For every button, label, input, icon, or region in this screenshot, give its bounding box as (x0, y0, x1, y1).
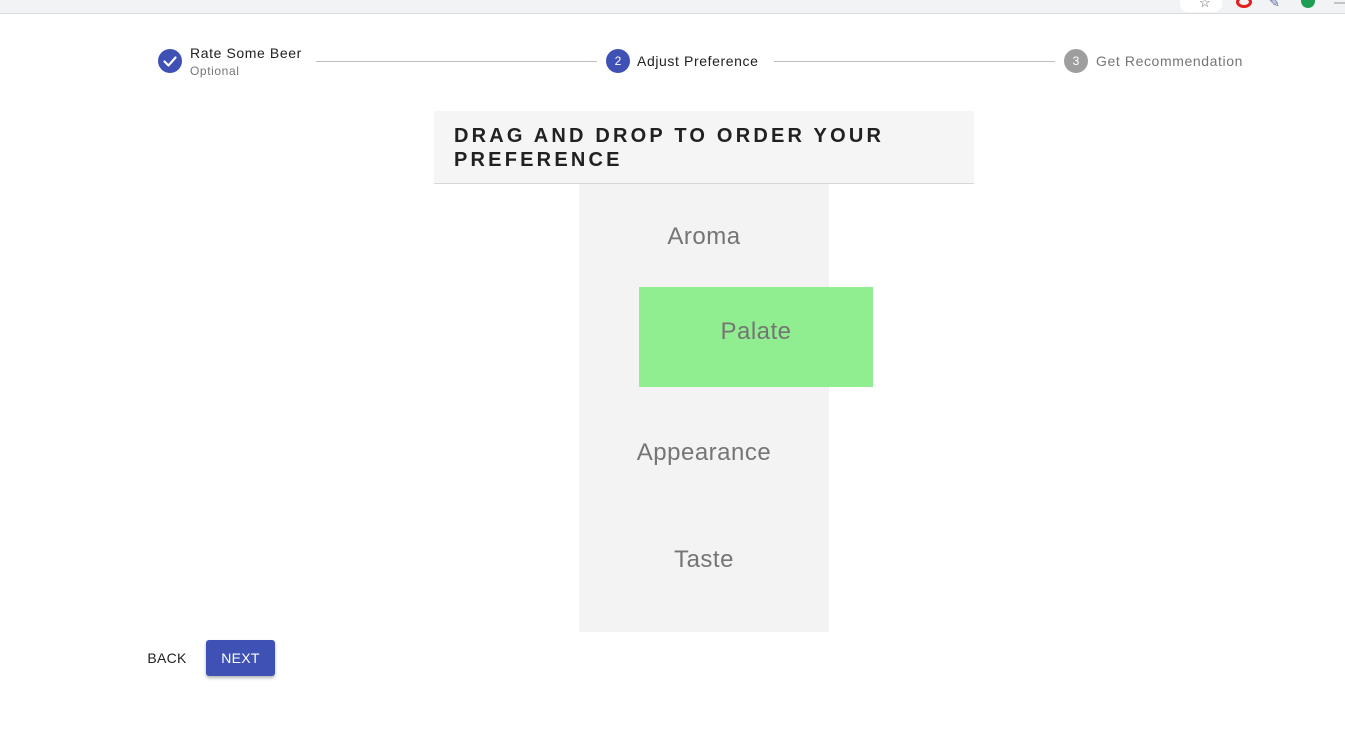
step-2-label: Adjust Preference (637, 53, 759, 69)
preference-item[interactable]: Aroma (579, 223, 829, 251)
next-button[interactable]: Next (206, 640, 275, 676)
stepper: Rate Some Beer Optional 2 Adjust Prefere… (0, 0, 1345, 100)
step-1-label: Rate Some Beer (190, 45, 302, 61)
preference-item[interactable]: Appearance (579, 439, 829, 467)
check-icon (163, 56, 177, 67)
card-header: Drag and Drop to Order Your Preference (434, 111, 974, 184)
preference-drop-list[interactable]: Aroma Appearance Taste (579, 184, 829, 632)
step-3-label: Get Recommendation (1096, 53, 1243, 69)
step-1-completed[interactable] (158, 49, 182, 73)
card-title: Drag and Drop to Order Your Preference (454, 125, 885, 171)
step-connector (774, 61, 1055, 62)
step-3-index[interactable]: 3 (1064, 49, 1088, 73)
dragging-item-label: Palate (720, 318, 792, 345)
step-2-index[interactable]: 2 (606, 49, 630, 73)
step-1-sublabel: Optional (190, 64, 240, 78)
back-button[interactable]: Back (138, 640, 196, 676)
preference-item[interactable]: Taste (579, 546, 829, 574)
step-connector (316, 61, 597, 62)
dragging-preference-item[interactable]: Palate (639, 287, 873, 387)
